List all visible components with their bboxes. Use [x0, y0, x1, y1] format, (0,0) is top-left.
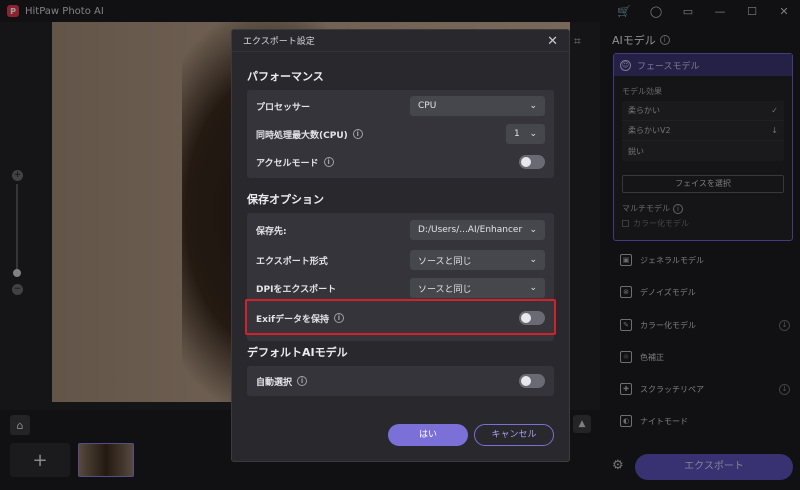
- chevron-down-icon: ⌄: [529, 129, 537, 139]
- cancel-button[interactable]: キャンセル: [474, 424, 554, 446]
- format-label: エクスポート形式: [256, 256, 328, 267]
- auto-select-toggle[interactable]: [519, 374, 545, 388]
- accel-toggle[interactable]: [519, 155, 545, 169]
- close-icon[interactable]: ✕: [547, 34, 558, 49]
- format-row: エクスポート形式 ソースと同じ ⌄: [247, 247, 554, 273]
- concurrent-select[interactable]: 1 ⌄: [506, 124, 545, 144]
- info-icon[interactable]: i: [323, 157, 334, 167]
- default-ai-section: 自動選択 i: [247, 366, 554, 396]
- processor-label: プロセッサー: [256, 102, 311, 113]
- destination-row: 保存先: D:/Users/...AI/Enhancer ⌄: [247, 217, 554, 243]
- chevron-down-icon: ⌄: [529, 255, 537, 265]
- dpi-row: DPIをエクスポート ソースと同じ ⌄: [247, 275, 554, 301]
- destination-select[interactable]: D:/Users/...AI/Enhancer ⌄: [410, 220, 545, 240]
- destination-label: 保存先:: [256, 226, 287, 237]
- save-options-title: 保存オプション: [247, 193, 324, 206]
- chevron-down-icon: ⌄: [529, 101, 537, 111]
- dpi-select[interactable]: ソースと同じ ⌄: [410, 278, 545, 298]
- accel-label: アクセルモード: [256, 158, 319, 169]
- processor-row: プロセッサー CPU ⌄: [247, 93, 554, 119]
- default-ai-title: デフォルトAIモデル: [247, 346, 348, 359]
- yes-button[interactable]: はい: [388, 424, 468, 446]
- export-settings-dialog: エクスポート設定 ✕ パフォーマンス プロセッサー CPU ⌄ 同時処理最大数(…: [231, 29, 570, 462]
- performance-section: プロセッサー CPU ⌄ 同時処理最大数(CPU) i 1 ⌄ アクセルモード …: [247, 90, 554, 178]
- info-icon[interactable]: i: [297, 376, 308, 386]
- format-select[interactable]: ソースと同じ ⌄: [410, 250, 545, 270]
- chevron-down-icon: ⌄: [529, 225, 537, 235]
- info-icon[interactable]: i: [352, 129, 363, 139]
- dpi-label: DPIをエクスポート: [256, 284, 337, 295]
- concurrent-label: 同時処理最大数(CPU): [256, 130, 348, 141]
- performance-title: パフォーマンス: [247, 70, 324, 83]
- concurrent-row: 同時処理最大数(CPU) i 1 ⌄: [247, 121, 554, 147]
- accel-row: アクセルモード i: [247, 149, 554, 175]
- auto-select-row: 自動選択 i: [247, 368, 554, 394]
- processor-select[interactable]: CPU ⌄: [410, 96, 545, 116]
- exif-highlight-box: [245, 299, 556, 335]
- chevron-down-icon: ⌄: [529, 283, 537, 293]
- dialog-title: エクスポート設定: [232, 30, 569, 52]
- auto-select-label: 自動選択: [256, 377, 293, 388]
